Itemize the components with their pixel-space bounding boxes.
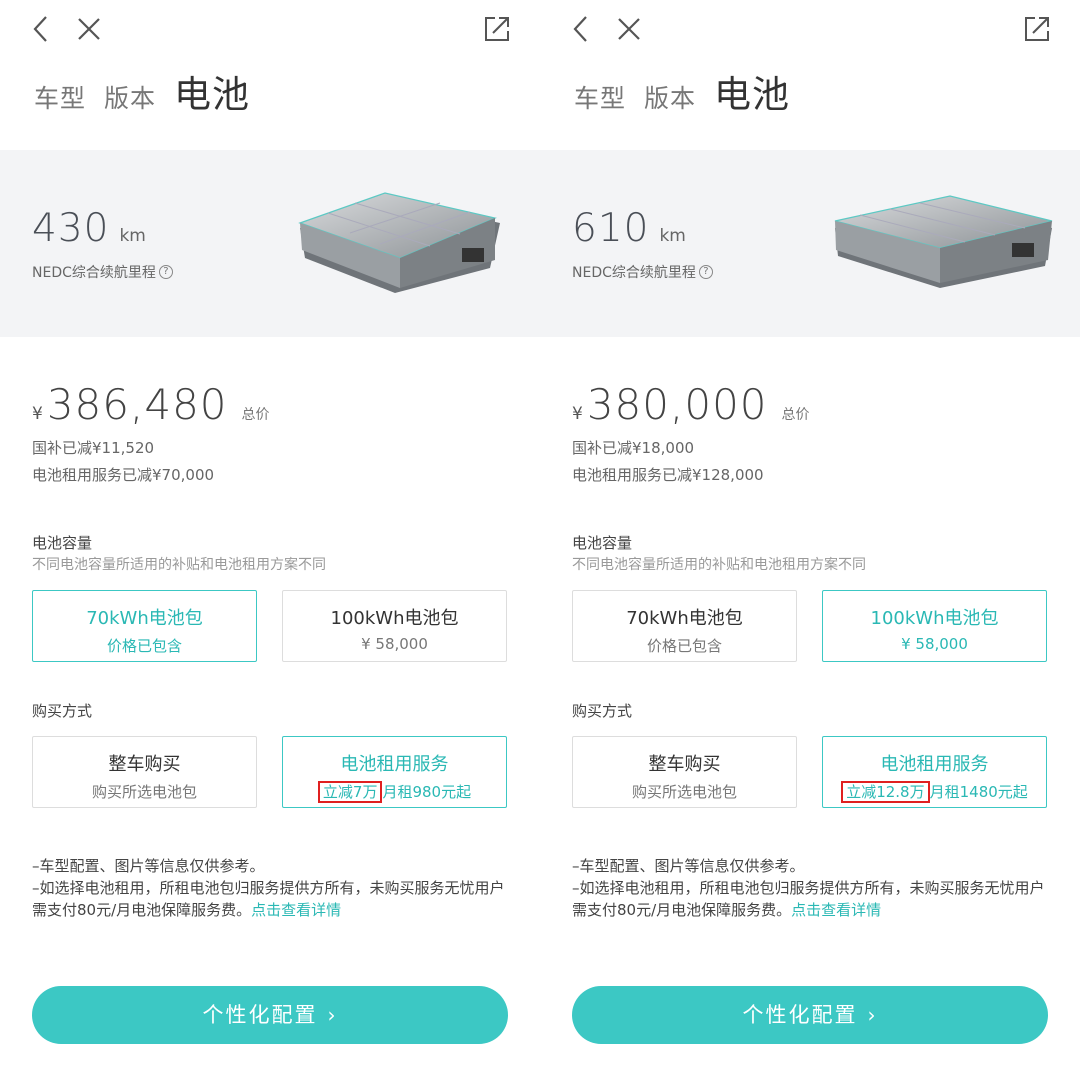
- capacity-option-100kwh[interactable]: 100kWh电池包 ¥ 58,000: [822, 590, 1047, 662]
- currency-symbol: ¥: [32, 404, 43, 424]
- range-row: 610 km: [572, 206, 686, 251]
- capacity-section-title: 电池容量: [32, 534, 93, 552]
- top-bar: [540, 0, 1080, 60]
- purchase-option-full[interactable]: 整车购买 购买所选电池包: [572, 736, 797, 808]
- share-icon[interactable]: [480, 12, 514, 46]
- tab-version[interactable]: 版本: [644, 79, 696, 115]
- option-subtitle: ¥ 58,000: [361, 635, 428, 653]
- capacity-section-title: 电池容量: [572, 534, 633, 552]
- range-hero: 610 km NEDC综合续航里程 ?: [540, 150, 1080, 337]
- currency-symbol: ¥: [572, 404, 583, 424]
- tab-model[interactable]: 车型: [34, 79, 86, 115]
- purchase-option-full[interactable]: 整车购买 购买所选电池包: [32, 736, 257, 808]
- national-subsidy: 国补已减¥11,520: [32, 439, 155, 457]
- back-icon[interactable]: [564, 12, 598, 46]
- details-link[interactable]: 点击查看详情: [791, 901, 881, 919]
- option-subtitle: 购买所选电池包: [91, 783, 197, 801]
- config-tabs: 车型 版本 电池: [34, 64, 268, 118]
- chevron-right-icon: ›: [867, 1003, 878, 1027]
- note-line-2: –如选择电池租用，所租电池包归服务提供方所有，未购买服务无忧用户需支付80元/月…: [32, 877, 512, 921]
- option-title: 电池租用服务: [880, 754, 989, 775]
- help-icon[interactable]: ?: [698, 265, 713, 279]
- price-row: ¥ 380,000 总价: [572, 380, 810, 429]
- range-label-text: NEDC综合续航里程: [572, 265, 696, 281]
- range-label: NEDC综合续航里程 ?: [572, 262, 713, 282]
- note-line-1: –车型配置、图片等信息仅供参考。: [32, 857, 265, 875]
- back-icon[interactable]: [24, 12, 58, 46]
- range-value: 430: [32, 206, 110, 251]
- tab-model[interactable]: 车型: [574, 79, 626, 115]
- top-bar: [0, 0, 540, 60]
- config-tabs: 车型 版本 电池: [574, 64, 808, 118]
- share-icon[interactable]: [1020, 12, 1054, 46]
- option-subtitle: 购买所选电池包: [631, 783, 737, 801]
- option-title: 70kWh电池包: [626, 608, 743, 629]
- purchase-option-battery-rental[interactable]: 电池租用服务 立减7万 月租980元起: [282, 736, 507, 808]
- personalize-config-button[interactable]: 个性化配置 ›: [32, 986, 508, 1044]
- note-line-1: –车型配置、图片等信息仅供参考。: [572, 857, 805, 875]
- total-price-label: 总价: [241, 407, 270, 423]
- option-title: 电池租用服务: [340, 754, 449, 775]
- purchase-option-battery-rental[interactable]: 电池租用服务 立减12.8万 月租1480元起: [822, 736, 1047, 808]
- range-hero: 430 km NEDC综合续航里程 ?: [0, 150, 540, 337]
- panel-430km: 车型 版本 电池 430 km NEDC综合续航里程 ? ¥ 386,480 总…: [0, 0, 540, 1069]
- discount-highlight: 立减7万: [317, 781, 383, 803]
- price-row: ¥ 386,480 总价: [32, 380, 270, 429]
- purchase-section-title: 购买方式: [32, 702, 93, 720]
- purchase-section-title: 购买方式: [572, 702, 633, 720]
- option-subtitle: 价格已包含: [646, 637, 722, 655]
- cta-label: 个性化配置: [202, 1003, 318, 1027]
- personalize-config-button[interactable]: 个性化配置 ›: [572, 986, 1048, 1044]
- range-row: 430 km: [32, 206, 146, 251]
- capacity-option-70kwh[interactable]: 70kWh电池包 价格已包含: [572, 590, 797, 662]
- cta-label: 个性化配置: [742, 1003, 858, 1027]
- option-title: 整车购买: [108, 754, 181, 775]
- panel-610km: 车型 版本 电池 610 km NEDC综合续航里程 ? ¥ 380,000 总…: [540, 0, 1080, 1069]
- tab-battery[interactable]: 电池: [714, 64, 790, 118]
- option-subtitle: 立减7万 月租980元起: [283, 781, 506, 803]
- range-label-text: NEDC综合续航里程: [32, 265, 156, 281]
- details-link[interactable]: 点击查看详情: [251, 901, 341, 919]
- tab-version[interactable]: 版本: [104, 79, 156, 115]
- range-value: 610: [572, 206, 650, 251]
- option-title: 整车购买: [648, 754, 721, 775]
- monthly-rent: 月租980元起: [382, 783, 472, 801]
- total-price-label: 总价: [781, 407, 810, 423]
- battery-rental-discount: 电池租用服务已减¥70,000: [32, 466, 215, 484]
- option-title: 70kWh电池包: [86, 608, 203, 629]
- discount-highlight: 立减12.8万: [841, 781, 930, 803]
- battery-rental-discount: 电池租用服务已减¥128,000: [572, 466, 764, 484]
- option-subtitle: 价格已包含: [106, 637, 182, 655]
- total-price: 380,000: [586, 380, 768, 429]
- option-subtitle: ¥ 58,000: [901, 635, 968, 653]
- range-unit: km: [119, 226, 146, 246]
- option-title: 100kWh电池包: [870, 608, 999, 629]
- capacity-option-70kwh[interactable]: 70kWh电池包 价格已包含: [32, 590, 257, 662]
- battery-pack-image: [298, 192, 500, 293]
- range-unit: km: [659, 226, 686, 246]
- help-icon[interactable]: ?: [158, 265, 173, 279]
- note-line-2: –如选择电池租用，所租电池包归服务提供方所有，未购买服务无忧用户需支付80元/月…: [572, 877, 1052, 921]
- national-subsidy: 国补已减¥18,000: [572, 439, 695, 457]
- monthly-rent: 月租1480元起: [929, 783, 1028, 801]
- battery-pack-image: [834, 195, 1053, 288]
- close-icon[interactable]: [72, 12, 106, 46]
- option-subtitle: 立减12.8万 月租1480元起: [823, 781, 1046, 803]
- tab-battery[interactable]: 电池: [174, 64, 250, 118]
- close-icon[interactable]: [612, 12, 646, 46]
- capacity-option-100kwh[interactable]: 100kWh电池包 ¥ 58,000: [282, 590, 507, 662]
- range-label: NEDC综合续航里程 ?: [32, 262, 173, 282]
- total-price: 386,480: [46, 380, 228, 429]
- capacity-section-subtitle: 不同电池容量所适用的补贴和电池租用方案不同: [572, 557, 866, 573]
- option-title: 100kWh电池包: [330, 608, 459, 629]
- chevron-right-icon: ›: [327, 1003, 338, 1027]
- capacity-section-subtitle: 不同电池容量所适用的补贴和电池租用方案不同: [32, 557, 326, 573]
